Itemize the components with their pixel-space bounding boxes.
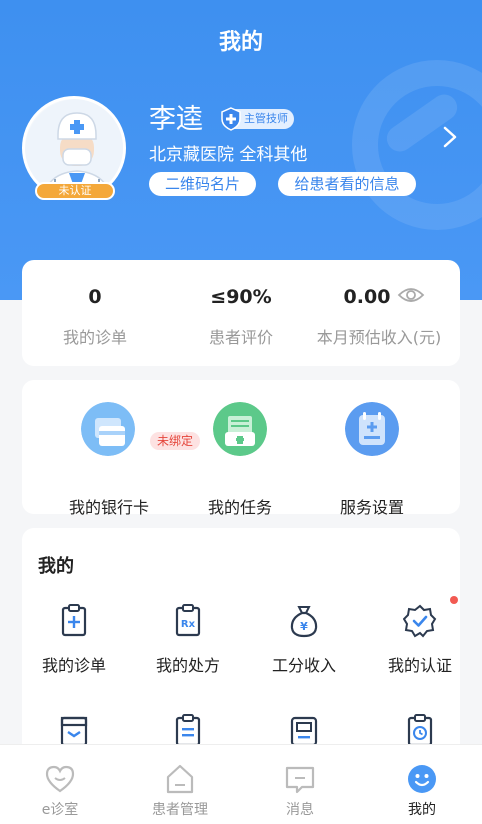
svg-text:¥: ¥ [300, 620, 308, 633]
title-badge-label: 主管技师 [244, 112, 288, 125]
stat-value: ≤90% [210, 286, 272, 308]
svg-text:Rx: Rx [181, 619, 196, 630]
watermark-logo [352, 60, 482, 230]
stat-label: 我的诊单 [62, 328, 127, 347]
qr-card-button[interactable]: 二维码名片 [149, 172, 256, 196]
clipboard-plus-icon [61, 604, 87, 637]
clock-clipboard-icon [407, 714, 433, 747]
shield-icon [221, 107, 241, 131]
verify-status-badge: 未认证 [35, 182, 115, 200]
home-icon [166, 764, 194, 794]
grid-item-label: 工分收入 [271, 656, 336, 675]
tab-label: 我的 [408, 802, 436, 818]
bottom-tab-bar: e诊室 患者管理 消息 我的 [0, 744, 482, 824]
grid-item-label: 我的处方 [155, 656, 220, 675]
tablet-icon [290, 716, 318, 747]
page-title: 我的 [218, 30, 263, 55]
quick-action-label: 我的任务 [207, 498, 272, 517]
unbound-badge: 未绑定 [150, 432, 200, 450]
bank-card-icon [81, 402, 135, 456]
service-settings-icon [345, 402, 399, 456]
stats-card: 0 我的诊单 ≤90% 患者评价 0.00 本月预估收入(元) [22, 260, 460, 366]
section-title: 我的 [38, 556, 74, 577]
patient-info-button[interactable]: 给患者看的信息 [278, 172, 416, 196]
box-icon [60, 716, 88, 747]
doctor-name: 李逵 [149, 104, 203, 135]
quick-action-label: 我的银行卡 [68, 498, 149, 517]
notification-dot [450, 596, 458, 604]
smile-icon [408, 765, 436, 793]
verified-badge-icon [403, 604, 437, 638]
grid-item-label: 我的诊单 [41, 656, 106, 675]
tab-label: e诊室 [41, 802, 79, 818]
tab-label: 消息 [286, 802, 314, 818]
heart-icon [45, 765, 75, 793]
money-bag-icon: ¥ [290, 606, 318, 638]
tab-label: 患者管理 [152, 802, 208, 818]
tab-e-clinic[interactable]: e诊室 [0, 745, 120, 824]
tab-messages[interactable]: 消息 [240, 745, 360, 824]
grid-item-label: 我的认证 [387, 656, 452, 675]
title-badge: 主管技师 [221, 107, 294, 131]
tab-mine[interactable]: 我的 [362, 745, 482, 824]
mine-section-card: 我的 我的诊单 Rx 我的处方 ¥ 工分收入 我的认证 [22, 528, 460, 768]
stat-value: 0 [88, 286, 102, 308]
message-icon [285, 766, 315, 794]
tab-patient-management[interactable]: 患者管理 [120, 745, 240, 824]
eye-icon[interactable] [397, 285, 425, 305]
stat-label: 本月预估收入(元) [316, 328, 442, 347]
chevron-right-icon[interactable] [440, 125, 460, 149]
task-icon [213, 402, 267, 456]
stat-label: 患者评价 [208, 328, 273, 347]
quick-action-label: 服务设置 [339, 498, 404, 517]
quick-actions-card: 未绑定 我的银行卡 我的任务 服务设置 [22, 380, 460, 517]
document-list-icon [175, 714, 201, 747]
prescription-icon: Rx [175, 604, 201, 637]
hospital-department: 北京藏医院 全科其他 [149, 145, 308, 165]
